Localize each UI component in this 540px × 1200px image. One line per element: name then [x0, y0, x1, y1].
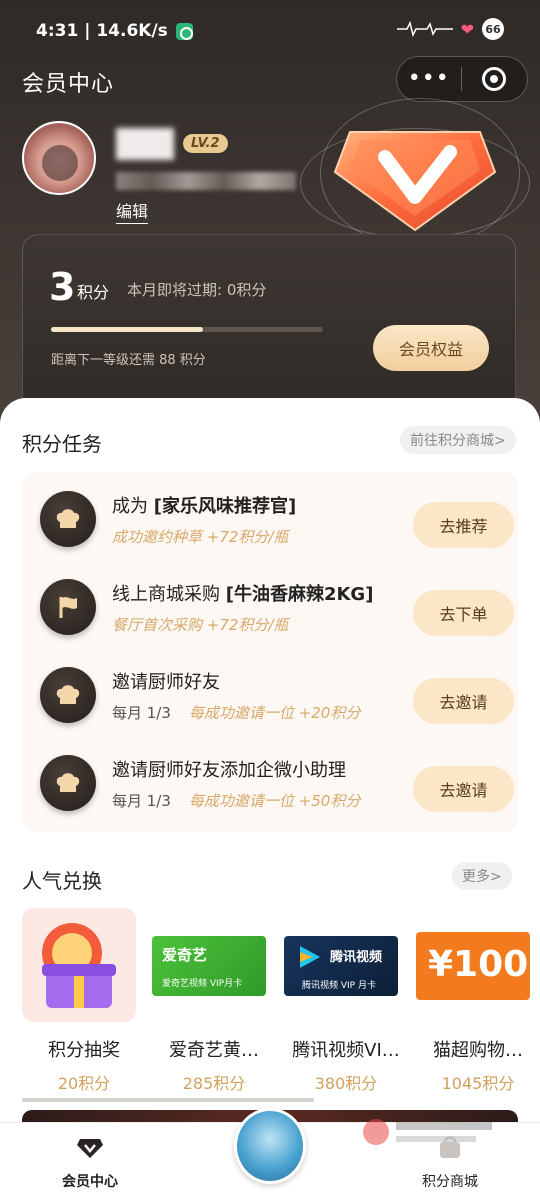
- points-card: 3 积分 本月即将过期: 0积分 距离下一等级还需 88 积分 会员权益: [22, 234, 516, 424]
- lottery-gift-icon: [22, 908, 136, 1022]
- task-title: 线上商城采购 [牛油香麻辣2KG]: [112, 584, 374, 605]
- iqiyi-brand: 爱奇艺: [162, 946, 208, 964]
- member-emblem-icon: [333, 131, 497, 232]
- go-to-mall-link[interactable]: 前往积分商城>: [400, 426, 516, 454]
- product-name: 腾讯视频VI…: [292, 1040, 400, 1061]
- popular-section-title: 人气兑换: [22, 869, 102, 893]
- product-points: 20积分: [57, 1074, 111, 1093]
- member-diamond-icon: [77, 1139, 103, 1158]
- header-area: 4:31 | 14.6K/s ❤ 66 会员中心 ••• LV.2 编辑 3 积…: [0, 0, 540, 440]
- recommend-button[interactable]: 去推荐: [413, 502, 514, 548]
- avatar[interactable]: [22, 121, 96, 195]
- task-frequency: 每月 1/3: [112, 792, 171, 810]
- watermark-logo-icon: [363, 1119, 492, 1145]
- status-bar: 4:31 | 14.6K/s ❤ 66: [36, 18, 504, 44]
- task-reward: 每月 1/3 每成功邀请一位 +50积分: [112, 792, 361, 810]
- tab-label: 会员中心: [62, 1174, 118, 1190]
- tencent-caption: 腾讯视频 VIP 月卡: [302, 981, 376, 991]
- vpn-shield-icon: [175, 22, 193, 40]
- product-name: 爱奇艺黄…: [169, 1040, 259, 1061]
- points-expire-text: 本月即将过期: 0积分: [127, 281, 267, 299]
- center-promo-button[interactable]: [234, 1108, 306, 1184]
- invite-assistant-button[interactable]: 去邀请: [413, 766, 514, 812]
- task-title: 邀请厨师好友: [112, 672, 220, 693]
- target-icon: [482, 67, 507, 91]
- level-progress-fill: [51, 327, 204, 332]
- level-progress-text: 距离下一等级还需 88 积分: [51, 353, 206, 368]
- username-redacted: [116, 128, 174, 160]
- more-button[interactable]: •••: [397, 56, 461, 102]
- user-id-redacted: [116, 172, 296, 190]
- page-title: 会员中心: [22, 72, 115, 97]
- tencent-video-card: 腾讯视频 腾讯视频 VIP 月卡: [284, 936, 398, 996]
- tasks-section-title: 积分任务: [22, 432, 102, 456]
- battery-icon: 66: [482, 18, 504, 40]
- more-products-link[interactable]: 更多>: [452, 862, 512, 890]
- mini-program-capsule: •••: [396, 56, 528, 102]
- chef-hat-icon: [40, 755, 96, 811]
- task-list: 成为 [家乐风味推荐官] 成功邀约种草 +72积分/瓶 去推荐 线上商城采购 […: [22, 472, 518, 832]
- task-item: 成为 [家乐风味推荐官] 成功邀约种草 +72积分/瓶 去推荐: [22, 472, 518, 560]
- product-name: 积分抽奖: [48, 1040, 120, 1061]
- task-reward: 成功邀约种草 +72积分/瓶: [112, 528, 289, 546]
- carousel-scrollbar[interactable]: [22, 1098, 314, 1102]
- tab-member-center[interactable]: 会员中心: [30, 1133, 150, 1191]
- level-badge: LV.2: [183, 134, 228, 153]
- order-button[interactable]: 去下单: [413, 590, 514, 636]
- task-reward: 每月 1/3 每成功邀请一位 +20积分: [112, 704, 361, 722]
- close-button[interactable]: [462, 67, 528, 91]
- task-reward: 餐厅首次采购 +72积分/瓶: [112, 616, 289, 634]
- flag-icon: [40, 579, 96, 635]
- level-progress-bar: [51, 327, 323, 332]
- points-value: 3: [49, 265, 76, 309]
- status-icons: ❤ 66: [396, 18, 504, 40]
- play-icon: [300, 946, 320, 968]
- task-item: 邀请厨师好友 每月 1/3 每成功邀请一位 +20积分 去邀请: [22, 648, 518, 736]
- edit-profile-link[interactable]: 编辑: [116, 198, 149, 224]
- heart-icon: ❤: [460, 19, 474, 39]
- task-item: 线上商城采购 [牛油香麻辣2KG] 餐厅首次采购 +72积分/瓶 去下单: [22, 560, 518, 648]
- tmall-card: ¥100: [416, 932, 530, 1000]
- product-points: 1045积分: [441, 1074, 515, 1093]
- invite-button[interactable]: 去邀请: [413, 678, 514, 724]
- product-name: 猫超购物…: [433, 1040, 523, 1061]
- tmall-value: ¥100: [428, 944, 529, 985]
- member-benefits-button[interactable]: 会员权益: [373, 325, 489, 371]
- product-carousel: 积分抽奖 20积分 爱奇艺 爱奇艺视频 VIP月卡 爱奇艺黄… 285积分 腾讯…: [0, 908, 540, 1098]
- product-points: 380积分: [314, 1074, 378, 1093]
- iqiyi-card: 爱奇艺 爱奇艺视频 VIP月卡: [152, 936, 266, 996]
- task-title: 邀请厨师好友添加企微小助理: [112, 760, 346, 781]
- task-title: 成为 [家乐风味推荐官]: [112, 496, 297, 517]
- iqiyi-caption: 爱奇艺视频 VIP月卡: [162, 979, 243, 989]
- product-points: 285积分: [182, 1074, 246, 1093]
- tencent-brand: 腾讯视频: [330, 950, 383, 965]
- task-frequency: 每月 1/3: [112, 704, 171, 722]
- signal-wave-icon: [396, 21, 453, 37]
- chef-hat-icon: [40, 667, 96, 723]
- points-unit: 积分: [77, 283, 110, 302]
- status-time: 4:31 | 14.6K/s: [36, 21, 168, 41]
- task-item: 邀请厨师好友添加企微小助理 每月 1/3 每成功邀请一位 +50积分 去邀请: [22, 736, 518, 824]
- chef-hat-icon: [40, 491, 96, 547]
- tab-label: 积分商城: [422, 1174, 478, 1190]
